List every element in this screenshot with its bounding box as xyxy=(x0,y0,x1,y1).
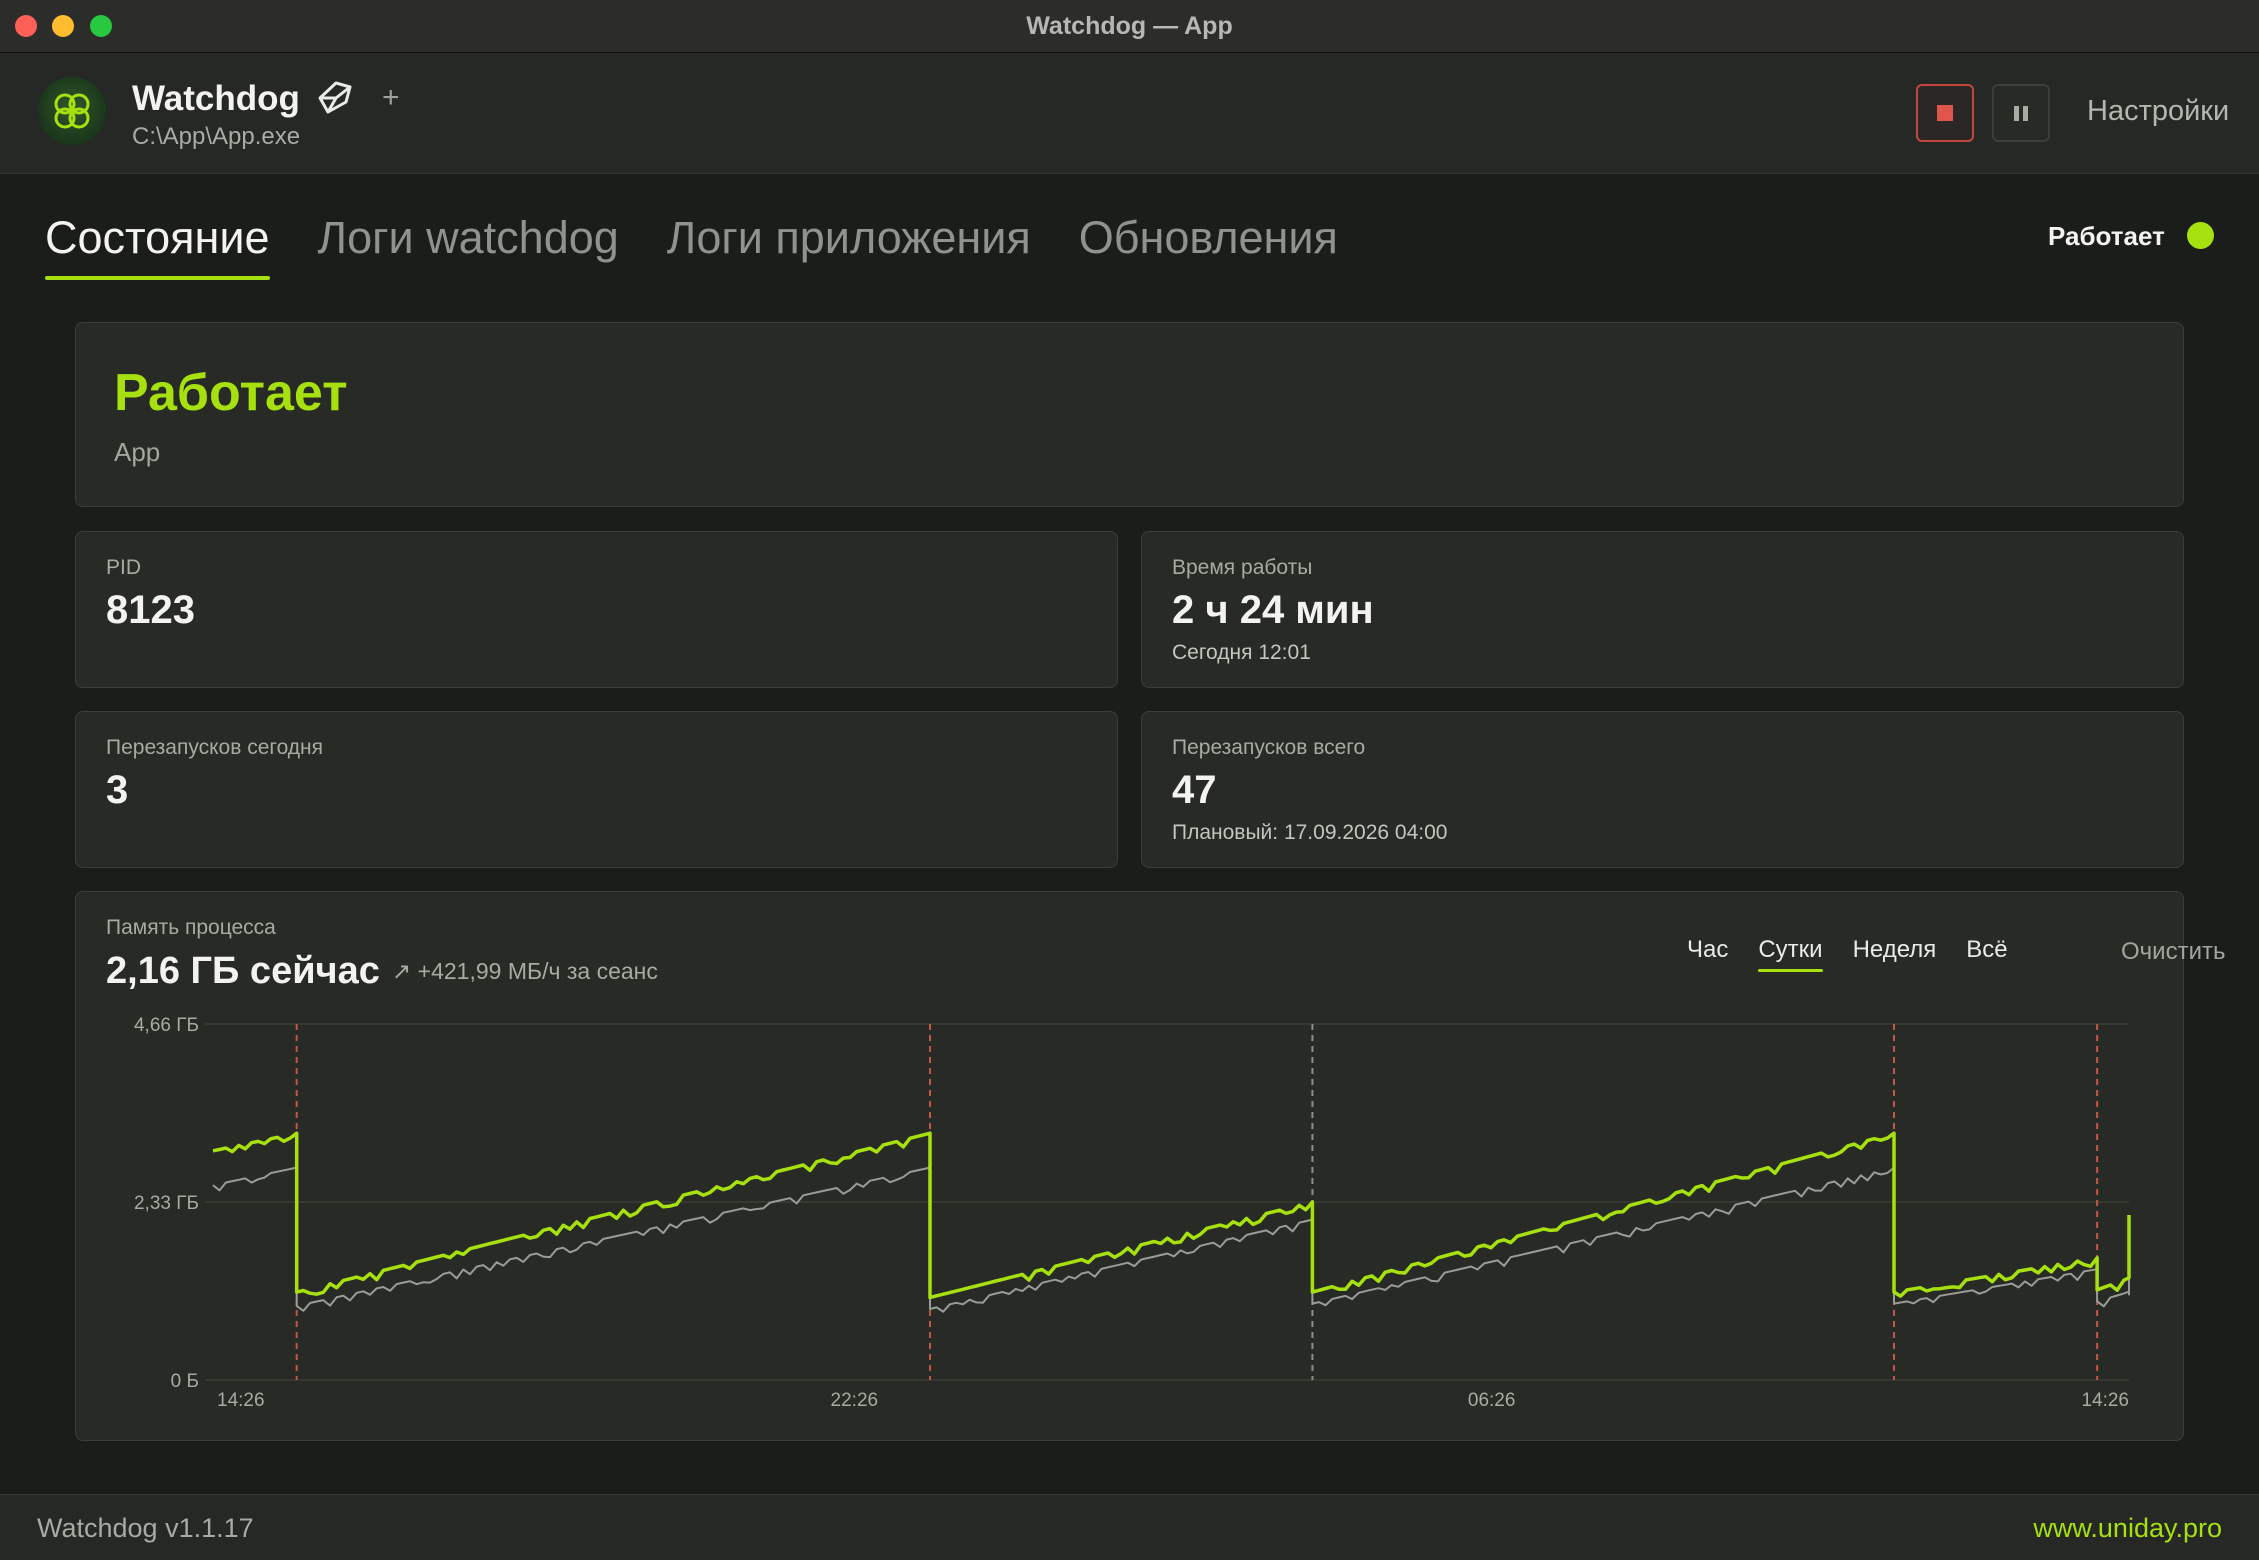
status-label: Работает xyxy=(2048,221,2165,251)
pid-value: 8123 xyxy=(106,588,195,632)
title-bar: Watchdog — App xyxy=(0,0,2259,53)
unity-icon xyxy=(318,81,352,114)
memory-chart-card: 0 Б 2,33 ГБ 4,66 ГБ 14:26 22:26 06:26 14:26 Па… xyxy=(75,891,2225,1441)
chart-x-tick-label: 22:26 xyxy=(831,1390,879,1411)
window-title: Watchdog — App xyxy=(1026,12,1233,40)
watchdog-logo-icon xyxy=(38,77,106,145)
clear-chart-button[interactable]: Очистить xyxy=(2121,938,2225,966)
restarts-today-value: 3 xyxy=(106,768,129,812)
uptime-since: Сегодня 12:01 xyxy=(1172,641,1311,664)
restarts-total-value: 47 xyxy=(1172,768,1217,812)
pid-card: PID 8123 xyxy=(75,531,1118,688)
hero-status-title: Работает xyxy=(114,364,348,422)
chart-x-tick-label: 14:26 xyxy=(2081,1390,2129,1411)
restarts-total-label: Перезапусков всего xyxy=(1172,736,1366,759)
settings-button[interactable]: Настройки xyxy=(2087,95,2229,128)
planned-restart: Плановый: 17.09.2026 04:00 xyxy=(1172,821,1448,844)
memory-current-value: 2,16 ГБ сейчас xyxy=(106,950,380,992)
chart-y-tick-label: 0 Б xyxy=(171,1371,199,1392)
add-app-button[interactable]: + xyxy=(382,81,400,115)
pid-label: PID xyxy=(106,556,142,579)
app-version: Watchdog v1.1.17 xyxy=(37,1513,254,1543)
status-hero-card: Работает App xyxy=(75,322,2184,507)
range-tab-week[interactable]: Неделя xyxy=(1853,936,1937,972)
uptime-value: 2 ч 24 мин xyxy=(1172,588,1374,632)
chart-memory-series-line xyxy=(212,1131,2131,1300)
pause-button[interactable] xyxy=(1992,84,2050,142)
tab-updates[interactable]: Обновления xyxy=(1079,212,1338,280)
tab-watchdog-logs[interactable]: Логи watchdog xyxy=(318,212,619,280)
website-link[interactable]: www.uniday.pro xyxy=(2033,1513,2222,1544)
range-tab-hour[interactable]: Час xyxy=(1687,936,1728,972)
status-indicator-dot xyxy=(2187,222,2214,249)
stop-icon xyxy=(1937,105,1953,121)
main-tabs: Состояние Логи watchdog Логи приложения … xyxy=(45,212,1338,280)
tab-status[interactable]: Состояние xyxy=(45,212,270,280)
memory-trend: ↗ +421,99 МБ/ч за сеанс xyxy=(392,958,658,984)
footer: Watchdog v1.1.17 www.uniday.pro xyxy=(0,1494,2259,1560)
chart-y-tick-label: 4,66 ГБ xyxy=(134,1015,199,1036)
chart-x-tick-label: 06:26 xyxy=(1468,1390,1516,1411)
memory-label: Память процесса xyxy=(106,916,276,939)
range-tab-day[interactable]: Сутки xyxy=(1758,936,1823,972)
app-window: Watchdog — App Watchdog + C:\App\App.exe xyxy=(0,0,2259,1560)
chart-x-tick-label: 14:26 xyxy=(217,1390,265,1411)
hero-app-name: App xyxy=(114,437,161,467)
app-header: Watchdog + C:\App\App.exe Настройки xyxy=(0,53,2259,174)
uptime-card: Время работы 2 ч 24 мин Сегодня 12:01 xyxy=(1141,531,2184,688)
tab-app-logs[interactable]: Логи приложения xyxy=(667,212,1031,280)
app-path: C:\App\App.exe xyxy=(132,123,301,150)
uptime-label: Время работы xyxy=(1172,556,1313,579)
restarts-today-label: Перезапусков сегодня xyxy=(106,736,324,759)
range-tab-all[interactable]: Всё xyxy=(1966,936,2007,972)
app-name: Watchdog xyxy=(132,79,300,118)
restarts-today-card: Перезапусков сегодня 3 xyxy=(75,711,1118,868)
pause-icon xyxy=(2014,105,2028,121)
restarts-total-card: Перезапусков всего 47 Плановый: 17.09.20… xyxy=(1141,711,2184,868)
stop-button[interactable] xyxy=(1916,84,1974,142)
chart-y-tick-label: 2,33 ГБ xyxy=(134,1193,199,1214)
range-tabs: Час Сутки Неделя Всё xyxy=(1687,936,2008,972)
